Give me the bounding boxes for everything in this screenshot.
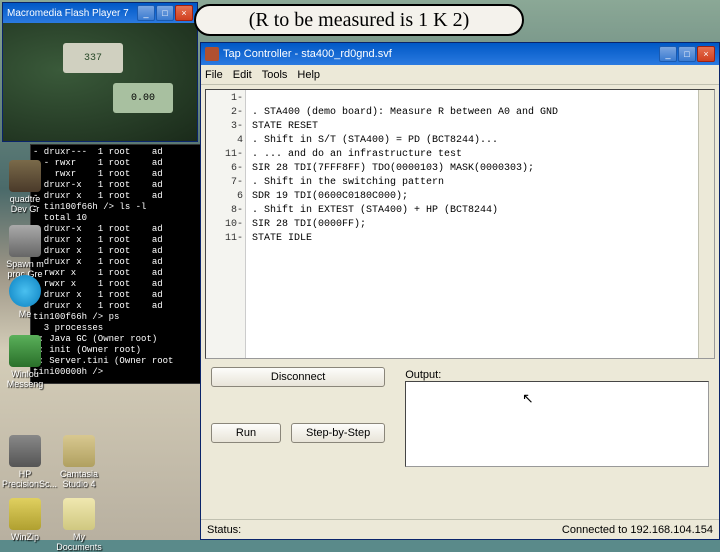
winzip-icon <box>9 498 41 530</box>
status-prefix: Status: <box>207 524 241 536</box>
desktop-icon-mydocs[interactable]: My Documents <box>56 498 102 552</box>
multimeter-display-1: 337 <box>63 43 123 73</box>
step-button[interactable]: Step-by-Step <box>291 423 385 443</box>
main-title-bar[interactable]: Tap Controller - sta400_rd0gnd.svf _ □ × <box>201 43 719 65</box>
flash-title-bar[interactable]: Macromedia Flash Player 7 _ □ × <box>3 3 197 23</box>
menu-help[interactable]: Help <box>297 69 320 81</box>
desktop-icon-spawn[interactable]: Spawn m proc Gre <box>2 225 48 279</box>
code-editor[interactable]: 1- 2- 3- 4 11- 6- 7- 6 8- 10- 11- . STA4… <box>205 89 715 359</box>
main-title-text: Tap Controller - sta400_rd0gnd.svf <box>223 48 659 60</box>
desktop-icon-messenger[interactable]: Winlou Messeng <box>2 335 48 389</box>
desktop-icon-skype[interactable]: Me <box>2 275 48 319</box>
line-gutter: 1- 2- 3- 4 11- 6- 7- 6 8- 10- 11- <box>206 90 246 358</box>
status-bar: Status: Connected to 192.168.104.154 <box>201 519 719 539</box>
button-column: Disconnect Run Step-by-Step <box>211 367 385 467</box>
folder-icon <box>63 498 95 530</box>
menu-file[interactable]: File <box>205 69 223 81</box>
maximize-button[interactable]: □ <box>678 46 696 62</box>
skype-icon <box>9 275 41 307</box>
menu-tools[interactable]: Tools <box>262 69 288 81</box>
camtasia-icon <box>63 435 95 467</box>
flash-title-text: Macromedia Flash Player 7 <box>7 8 137 19</box>
status-text: Connected to 192.168.104.154 <box>562 524 713 536</box>
desktop-icon-camtasia[interactable]: Camtasia Studio 4 <box>56 435 102 489</box>
code-content[interactable]: . STA400 (demo board): Measure R between… <box>246 90 698 358</box>
desktop-icon-quadtree[interactable]: quadtre Dev Gr <box>2 160 48 214</box>
maximize-button[interactable]: □ <box>156 5 174 21</box>
vertical-scrollbar[interactable] <box>698 90 714 358</box>
close-button[interactable]: × <box>697 46 715 62</box>
close-button[interactable]: × <box>175 5 193 21</box>
run-button[interactable]: Run <box>211 423 281 443</box>
messenger-icon <box>9 335 41 367</box>
desktop-icon-winzip[interactable]: WinZip <box>2 498 48 542</box>
output-label: Output: <box>405 369 709 381</box>
disconnect-button[interactable]: Disconnect <box>211 367 385 387</box>
multimeter-display-2: 0.00 <box>113 83 173 113</box>
callout-text: (R to be measured is 1 K 2) <box>249 9 470 32</box>
tap-controller-window: Tap Controller - sta400_rd0gnd.svf _ □ ×… <box>200 42 720 540</box>
cursor-icon: ↖ <box>522 390 534 407</box>
menu-bar: File Edit Tools Help <box>201 65 719 85</box>
app-icon <box>9 225 41 257</box>
minimize-button[interactable]: _ <box>659 46 677 62</box>
desktop-icon-hp[interactable]: HP PrecisionSc... <box>2 435 48 489</box>
folder-icon <box>9 160 41 192</box>
flash-player-window: Macromedia Flash Player 7 _ □ × 337 0.00 <box>2 2 198 142</box>
annotation-callout: (R to be measured is 1 K 2) <box>194 4 524 36</box>
menu-edit[interactable]: Edit <box>233 69 252 81</box>
app-icon <box>205 47 219 61</box>
hp-icon <box>9 435 41 467</box>
output-textarea[interactable] <box>405 381 709 467</box>
flash-content: 337 0.00 <box>3 23 197 141</box>
minimize-button[interactable]: _ <box>137 5 155 21</box>
